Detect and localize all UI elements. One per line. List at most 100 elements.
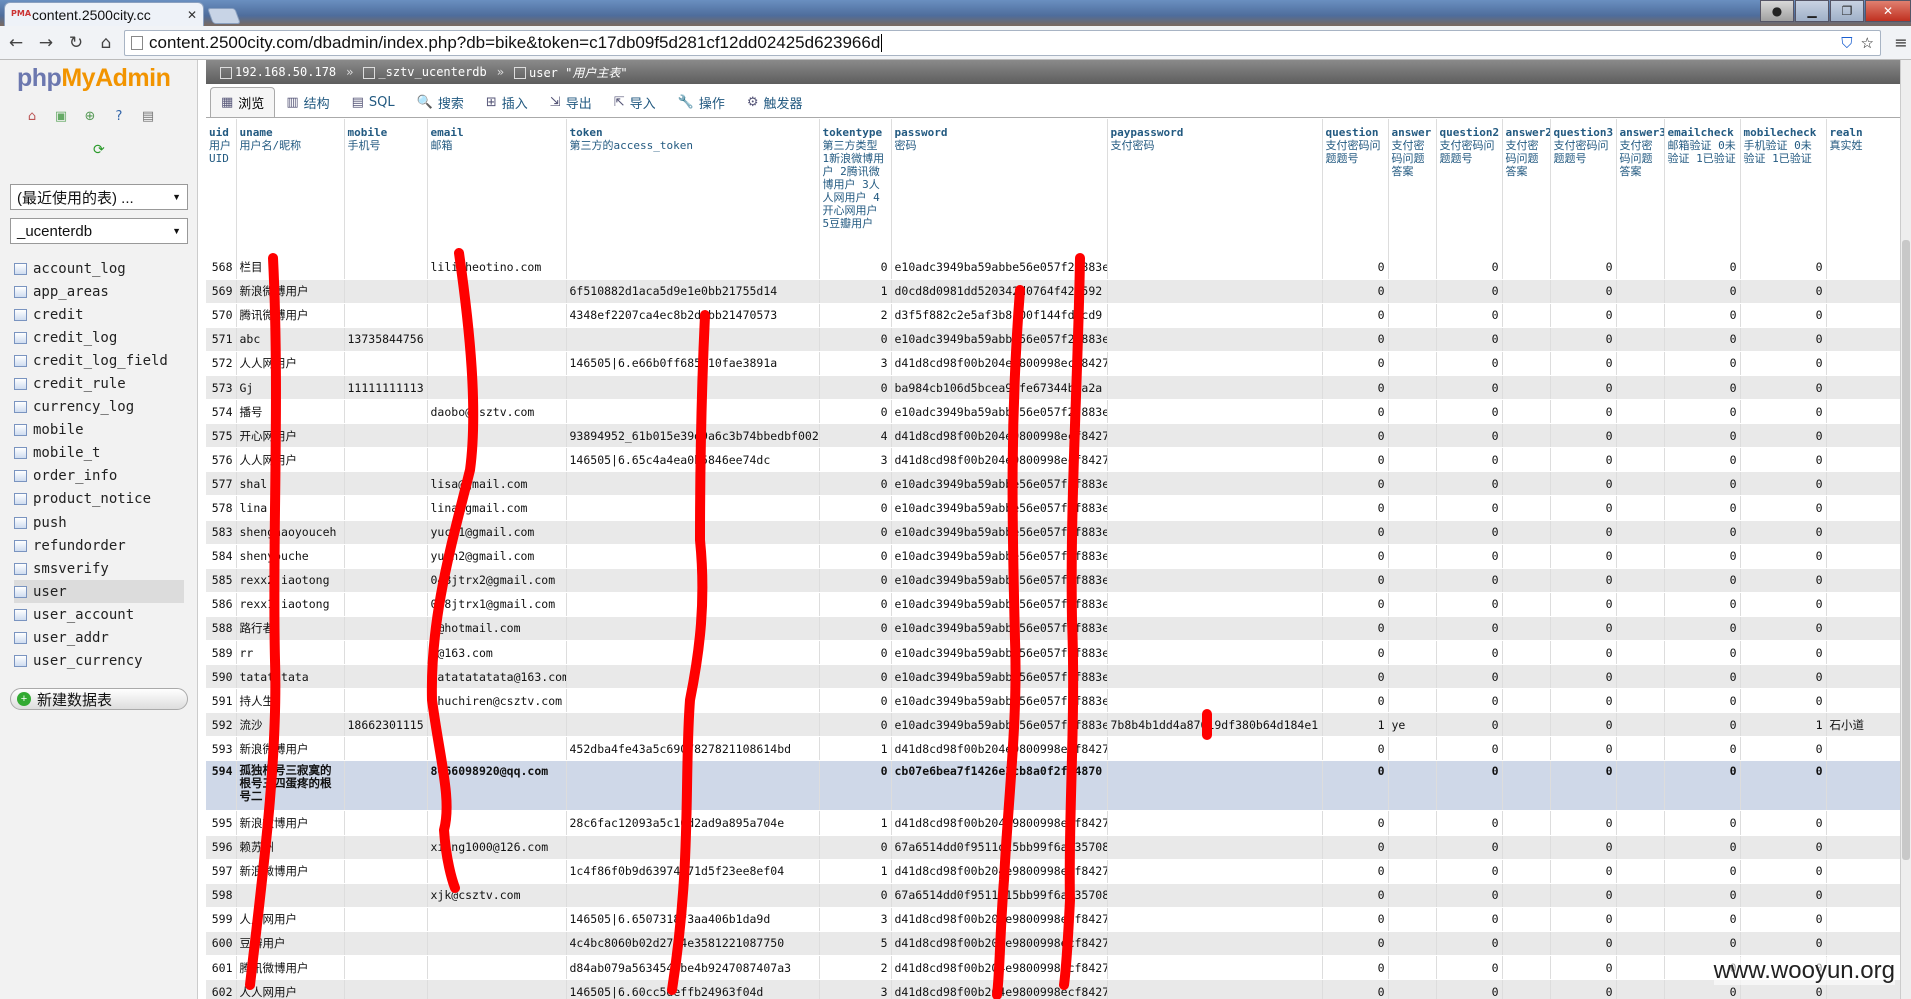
cell-token[interactable] xyxy=(566,664,820,690)
home-icon[interactable]: ⌂ xyxy=(94,33,118,53)
cell-mobile[interactable] xyxy=(344,495,428,521)
cell-uname[interactable]: 人人网用户 xyxy=(236,979,345,999)
cell-mobile[interactable] xyxy=(344,955,428,981)
cell-emailcheck[interactable]: 0 xyxy=(1664,255,1741,280)
cell-password[interactable]: e10adc3949ba59abbe56e057f2f883e xyxy=(891,640,1108,666)
cell-password[interactable]: e10adc3949ba59abbe56e057f2f883e xyxy=(891,592,1108,617)
cell-question3[interactable]: 0 xyxy=(1550,471,1617,497)
cell-answer3[interactable] xyxy=(1616,883,1665,908)
sidebar-table-mobile[interactable]: mobile xyxy=(14,419,184,442)
sidebar-table-product-notice[interactable]: product_notice xyxy=(14,488,184,511)
cell-uname[interactable]: 腾讯微博用户 xyxy=(236,955,345,981)
cell-question3[interactable]: 0 xyxy=(1550,544,1617,569)
sidebar-table-user-account[interactable]: user_account xyxy=(14,603,184,626)
cell-question2[interactable]: 0 xyxy=(1436,979,1503,999)
minimize-button[interactable]: ▁ xyxy=(1795,0,1829,22)
column-header-uname[interactable]: uname 用户名/昵称 xyxy=(236,119,345,255)
table-row[interactable]: 578 lina lina@gmail.com 0 e10adc3949ba59abbe… xyxy=(206,495,1906,521)
cell-password[interactable]: e10adc3949ba59abbe56e057f2f883e xyxy=(891,664,1108,690)
cell-question[interactable]: 0 xyxy=(1322,664,1389,690)
cell-question3[interactable]: 0 xyxy=(1550,568,1617,593)
cell-answer[interactable] xyxy=(1388,520,1437,545)
cell-emailcheck[interactable]: 0 xyxy=(1664,592,1741,617)
cell-mobile[interactable]: 18662301115 xyxy=(344,712,428,738)
cell-mobile[interactable] xyxy=(344,664,428,690)
cell-mobilecheck[interactable]: 0 xyxy=(1740,375,1827,401)
cell-answer3[interactable] xyxy=(1616,810,1665,836)
maximize-button[interactable]: ❐ xyxy=(1830,0,1864,22)
cell-mobilecheck[interactable]: 0 xyxy=(1740,327,1827,352)
cell-emailcheck[interactable]: 0 xyxy=(1664,375,1741,401)
tab-close-icon[interactable]: ✕ xyxy=(187,8,197,22)
cell-uname[interactable]: 孤独根号三寂寞的根号三四蛋疼的根号二 xyxy=(236,760,345,812)
cell-realn[interactable] xyxy=(1826,423,1906,449)
cell-mobile[interactable] xyxy=(344,616,428,642)
cell-question3[interactable]: 0 xyxy=(1550,688,1617,714)
cell-mobile[interactable] xyxy=(344,279,428,304)
cell-answer3[interactable] xyxy=(1616,399,1665,425)
cell-token[interactable] xyxy=(566,399,820,425)
cell-question2[interactable]: 0 xyxy=(1436,375,1503,401)
cell-uid[interactable]: 585 xyxy=(206,568,237,593)
cell-paypassword[interactable] xyxy=(1107,279,1323,304)
cell-question3[interactable]: 0 xyxy=(1550,955,1617,981)
cell-question[interactable]: 0 xyxy=(1322,979,1389,999)
cell-paypassword[interactable] xyxy=(1107,423,1323,449)
cell-password[interactable]: e10adc3949ba59abbe56e057f2f883e xyxy=(891,616,1108,642)
cell-mobilecheck[interactable]: 0 xyxy=(1740,931,1827,957)
cell-realn[interactable] xyxy=(1826,447,1906,473)
cell-paypassword[interactable] xyxy=(1107,810,1323,836)
cell-question[interactable]: 0 xyxy=(1322,736,1389,762)
cell-question3[interactable]: 0 xyxy=(1550,447,1617,473)
cell-question3[interactable]: 0 xyxy=(1550,979,1617,999)
sidebar-table-credit-log-field[interactable]: credit_log_field xyxy=(14,349,184,372)
cell-uid[interactable]: 590 xyxy=(206,664,237,690)
cell-answer[interactable] xyxy=(1388,907,1437,932)
cell-mobilecheck[interactable]: 0 xyxy=(1740,883,1827,908)
cell-paypassword[interactable] xyxy=(1107,255,1323,280)
cell-token[interactable] xyxy=(566,688,820,714)
cell-realn[interactable] xyxy=(1826,688,1906,714)
cell-email[interactable]: xjk@csztv.com xyxy=(427,883,567,908)
cell-mobilecheck[interactable]: 0 xyxy=(1740,423,1827,449)
cell-password[interactable]: d41d8cd98f00b204e9800998ecf8427e xyxy=(891,955,1108,981)
cell-emailcheck[interactable]: 0 xyxy=(1664,423,1741,449)
cell-email[interactable]: c@163.com xyxy=(427,640,567,666)
cell-uid[interactable]: 572 xyxy=(206,351,237,376)
cell-realn[interactable] xyxy=(1826,303,1906,328)
cell-password[interactable]: d41d8cd98f00b204e9800998ecf8427e xyxy=(891,447,1108,473)
cell-token[interactable] xyxy=(566,835,820,860)
cell-mobilecheck[interactable]: 0 xyxy=(1740,736,1827,762)
cell-realn[interactable] xyxy=(1826,616,1906,642)
cell-answer2[interactable] xyxy=(1502,859,1551,884)
cell-answer[interactable] xyxy=(1388,760,1437,812)
table-row[interactable]: 590 tatatatata tatatatatata@163.com 0 e10adc… xyxy=(206,664,1906,690)
cell-answer[interactable] xyxy=(1388,279,1437,304)
tab-7[interactable]: ⇱ 导入 xyxy=(603,87,667,117)
cell-email[interactable] xyxy=(427,979,567,999)
cell-answer3[interactable] xyxy=(1616,592,1665,617)
cell-answer[interactable] xyxy=(1388,592,1437,617)
cell-token[interactable] xyxy=(566,375,820,401)
cell-uid[interactable]: 600 xyxy=(206,931,237,957)
cell-password[interactable]: d41d8cd98f00b204e9800998ecf8427e xyxy=(891,979,1108,999)
cell-answer[interactable] xyxy=(1388,447,1437,473)
cell-emailcheck[interactable]: 0 xyxy=(1664,399,1741,425)
recent-tables-select[interactable]: (最近使用的表) ... ▼ xyxy=(10,184,188,210)
cell-email[interactable] xyxy=(427,447,567,473)
cell-uid[interactable]: 578 xyxy=(206,495,237,521)
cell-question2[interactable]: 0 xyxy=(1436,616,1503,642)
cell-uname[interactable]: abc xyxy=(236,327,345,352)
cell-token[interactable] xyxy=(566,883,820,908)
cell-question[interactable]: 0 xyxy=(1322,327,1389,352)
cell-mobile[interactable] xyxy=(344,907,428,932)
cell-realn[interactable] xyxy=(1826,883,1906,908)
cell-mobile[interactable] xyxy=(344,979,428,999)
cell-emailcheck[interactable]: 0 xyxy=(1664,327,1741,352)
cell-question[interactable]: 0 xyxy=(1322,616,1389,642)
cell-question3[interactable]: 0 xyxy=(1550,736,1617,762)
cell-mobilecheck[interactable]: 0 xyxy=(1740,447,1827,473)
cell-password[interactable]: d41d8cd98f00b204e9800998ecf8427e xyxy=(891,859,1108,884)
cell-question2[interactable]: 0 xyxy=(1436,736,1503,762)
cell-answer3[interactable] xyxy=(1616,423,1665,449)
